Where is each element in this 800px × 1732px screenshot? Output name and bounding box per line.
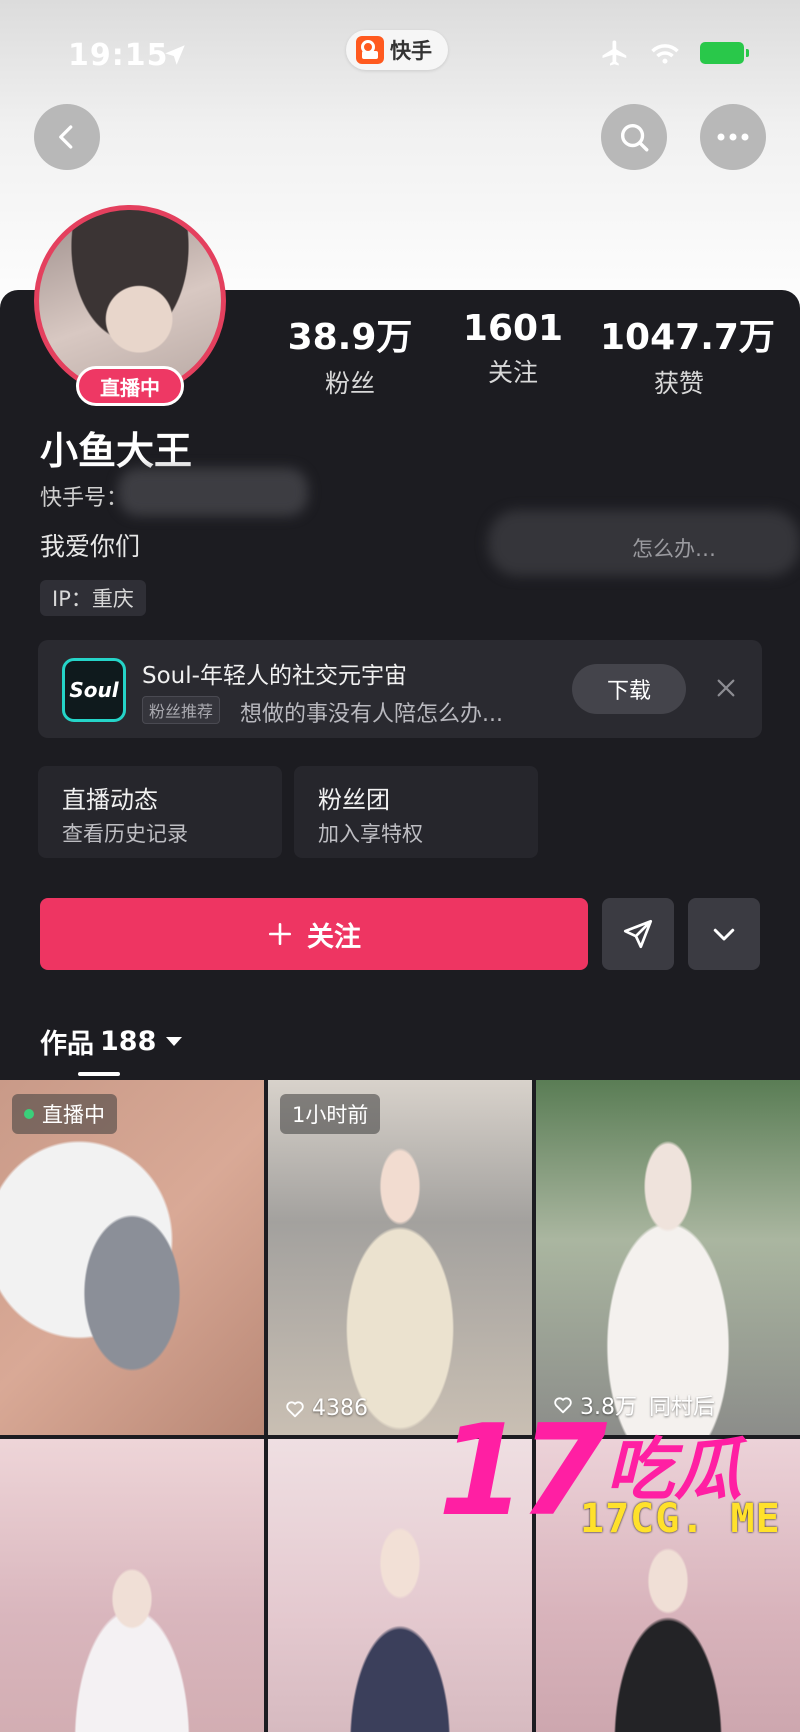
feature-title: 粉丝团 [318, 786, 390, 814]
video-grid: 直播中 1小时前 4386 3.8万 同村后 [0, 1080, 800, 1732]
tile-badge-text: 直播中 [42, 1103, 105, 1127]
follow-label: 关注 [307, 921, 361, 953]
video-tile[interactable]: 1小时前 4386 [268, 1080, 532, 1435]
ad-close-button[interactable] [706, 668, 746, 708]
more-button[interactable] [700, 104, 766, 170]
message-button[interactable] [602, 898, 674, 970]
bio: 我爱你们 [40, 532, 141, 561]
works-count: 188 [100, 1026, 157, 1057]
live-history-card[interactable]: 直播动态 查看历史记录 [38, 766, 282, 858]
live-dot-icon [24, 1109, 34, 1119]
stat-value: 1601 [462, 308, 564, 349]
send-icon [623, 919, 653, 949]
kuaishou-id-label: 快手号： [40, 486, 129, 511]
feature-subtitle: 查看历史记录 [62, 822, 188, 846]
video-tile[interactable]: 直播中 [0, 1080, 264, 1435]
follow-button[interactable]: 关注 [40, 898, 588, 970]
ip-location-tag: IP：重庆 [40, 580, 146, 616]
stat-following[interactable]: 1601 关注 [462, 308, 564, 389]
fan-club-card[interactable]: 粉丝团 加入享特权 [294, 766, 538, 858]
stat-value: 1047.7万 [600, 317, 775, 358]
video-tile[interactable] [0, 1439, 264, 1732]
back-button[interactable] [34, 104, 100, 170]
stat-label: 粉丝 [324, 369, 375, 398]
search-button[interactable] [601, 104, 667, 170]
wifi-icon [651, 44, 679, 64]
expand-button[interactable] [688, 898, 760, 970]
watermark: 17 吃瓜 17CG. ME [438, 1408, 798, 1558]
tile-badge-text: 1小时前 [292, 1103, 369, 1127]
likes-count: 4386 [312, 1396, 368, 1421]
stat-value: 38.9万 [287, 317, 413, 358]
search-icon [620, 123, 649, 152]
works-label: 作品 [40, 1029, 94, 1060]
watermark-url: 17CG. ME [580, 1496, 781, 1542]
tile-badge: 1小时前 [280, 1094, 381, 1134]
battery-icon [700, 42, 749, 64]
more-dots-icon [717, 133, 749, 141]
redacted-id [118, 468, 308, 516]
plus-icon [268, 922, 292, 946]
status-bar: 19:15 快手 [0, 30, 800, 80]
stat-likes[interactable]: 1047.7万 获赞 [600, 308, 775, 400]
stat-label: 关注 [487, 358, 538, 387]
ad-title: Soul-年轻人的社交元宇宙 [142, 663, 407, 689]
location-arrow-icon [165, 45, 185, 65]
tab-works[interactable]: 作品 188 [40, 1022, 183, 1061]
tab-indicator [78, 1072, 120, 1076]
app-name: 快手 [390, 39, 432, 63]
close-icon [717, 679, 735, 697]
stat-followers[interactable]: 38.9万 粉丝 [286, 308, 414, 400]
ad-download-button[interactable]: 下载 [572, 664, 686, 714]
chevron-left-icon [59, 125, 73, 149]
stat-label: 获赞 [653, 369, 704, 398]
feature-subtitle: 加入享特权 [318, 822, 423, 846]
caret-down-icon [166, 1037, 183, 1046]
live-badge[interactable]: 直播中 [76, 366, 184, 406]
chevron-down-icon [713, 928, 735, 941]
app-indicator[interactable]: 快手 [346, 30, 448, 70]
bio-ghost-text: 怎么办… [632, 537, 716, 561]
tile-badge: 直播中 [12, 1094, 117, 1134]
airplane-icon [602, 40, 627, 66]
ad-card[interactable]: Soul Soul-年轻人的社交元宇宙 粉丝推荐 想做的事没有人陪怎么办... … [38, 640, 762, 738]
ad-tag: 粉丝推荐 [142, 696, 221, 724]
feature-title: 直播动态 [62, 786, 158, 814]
status-icons [600, 38, 749, 68]
kuaishou-logo-icon [356, 36, 384, 64]
heart-icon [286, 1400, 304, 1417]
ad-description: 想做的事没有人陪怎么办... [240, 702, 503, 727]
video-tile[interactable]: 3.8万 同村后 [536, 1080, 800, 1435]
status-time: 19:15 [68, 38, 169, 73]
watermark-number: 17 [438, 1397, 607, 1544]
username: 小鱼大王 [40, 429, 193, 473]
tile-likes: 4386 [284, 1396, 368, 1421]
soul-app-logo: Soul [62, 658, 126, 722]
